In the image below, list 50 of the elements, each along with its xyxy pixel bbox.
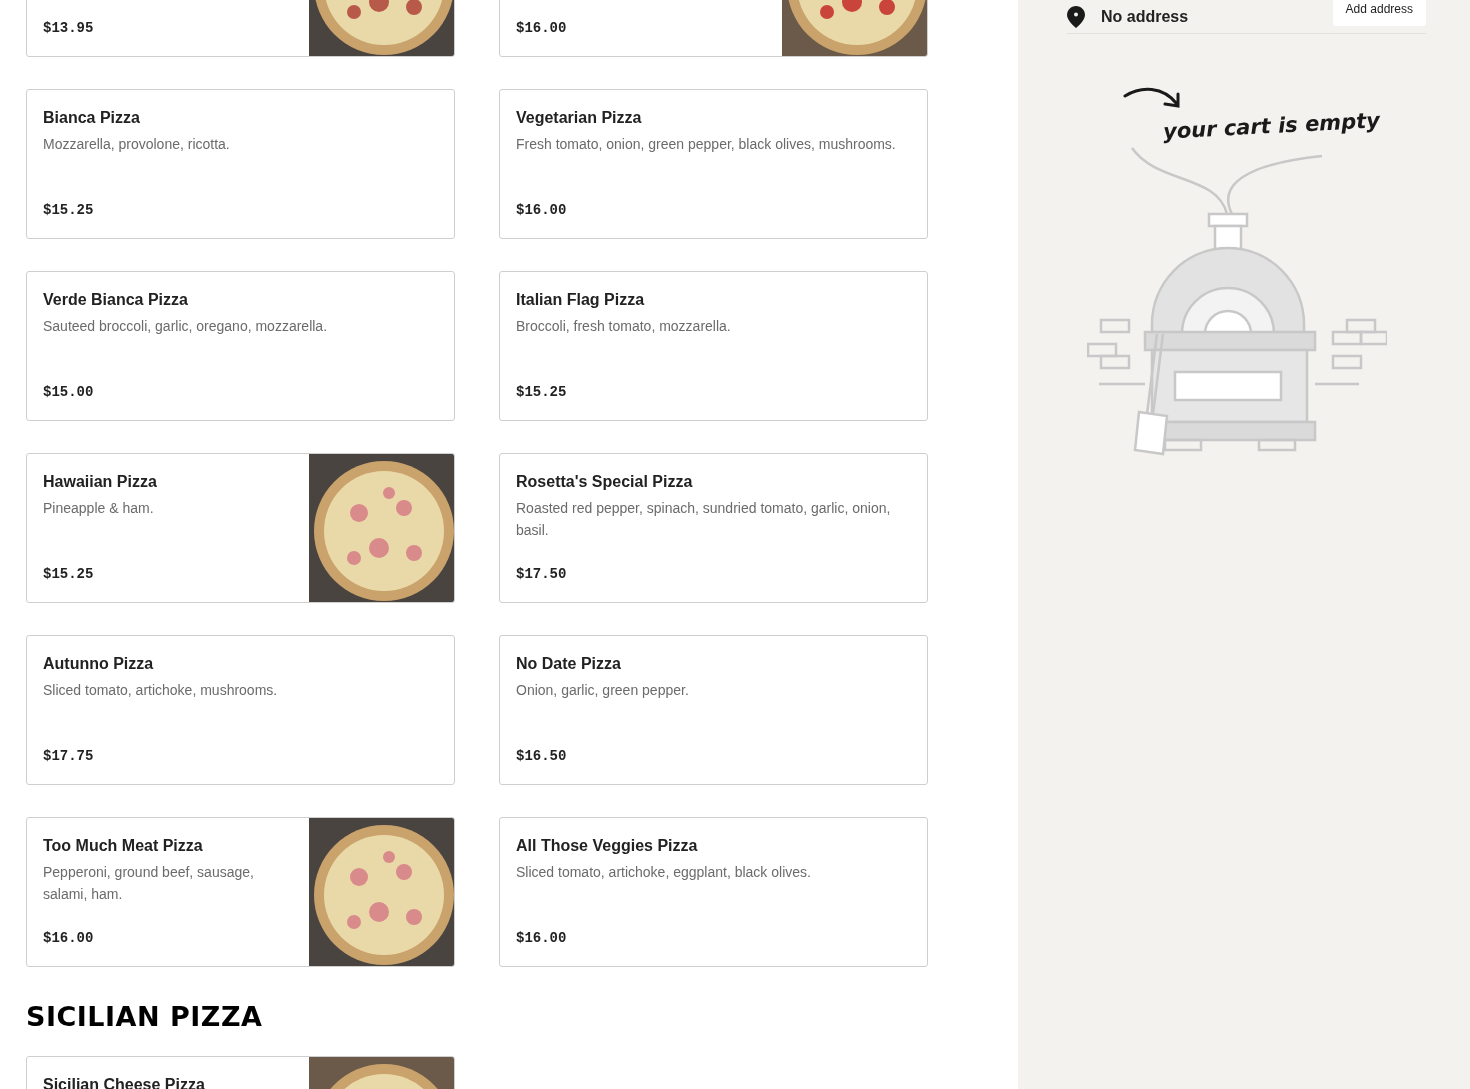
item-name: Verde Bianca Pizza [43,290,189,310]
item-description: Sauteed broccoli, garlic, oregano, mozzarella. [43,317,329,336]
section-heading: SICILIAN PIZZA [26,1001,264,1032]
item-price: $16.00 [516,202,568,218]
item-price: $16.50 [516,748,568,764]
item-name: No Date Pizza [516,654,622,674]
menu-item-card[interactable]: All Those Veggies Pizza Sliced tomato, artichoke, eggplant, black olives. $16.00 [499,817,928,967]
item-description: Pepperoni, ground beef, sausage, salami, ham. [43,863,255,904]
item-description: Pineapple & ham. [43,499,155,518]
item-price: $17.75 [43,748,95,764]
item-price: $15.25 [43,566,95,582]
item-description: Broccoli, fresh tomato, mozzarella. [516,317,732,336]
menu-item-card[interactable]: Verde Bianca Pizza Sauteed broccoli, garlic, oregano, mozzarella. $15.00 [26,271,455,421]
empty-cart-message: your cart is empty [1162,108,1381,144]
menu-item-card[interactable]: Bianca Pizza Mozzarella, provolone, ricotta. $15.25 [26,89,455,239]
menu-item-card[interactable]: Autunno Pizza Sliced tomato, artichoke, mushrooms. $17.75 [26,635,455,785]
add-address-button[interactable]: Add address [1332,0,1426,26]
item-name: Vegetarian Pizza [516,108,643,128]
menu-item-card[interactable]: $13.95 [26,0,455,57]
menu-item-card[interactable]: $16.00 [499,0,928,57]
item-name: Rosetta's Special Pizza [516,472,694,492]
item-price: $15.25 [43,202,95,218]
menu-item-card[interactable]: Too Much Meat Pizza Pepperoni, ground beef, sausage, salami, ham. $16.00 [26,817,455,967]
item-description: Roasted red pepper, spinach, sundried tomato, garlic, onion, basil. [516,499,892,540]
menu-item-card[interactable]: No Date Pizza Onion, garlic, green pepper. $16.50 [499,635,928,785]
item-description: Fresh tomato, onion, green pepper, black olives, mushrooms. [516,135,897,154]
item-price: $13.95 [43,20,95,36]
item-name: All Those Veggies Pizza [516,836,699,856]
curved-arrow-icon [1122,86,1181,110]
item-description: Sliced tomato, artichoke, eggplant, black olives. [516,863,812,882]
item-price: $15.00 [43,384,95,400]
address-label: No address [1101,7,1190,26]
item-description: Onion, garlic, green pepper. [516,681,690,700]
item-name: Autunno Pizza [43,654,155,674]
item-name: Italian Flag Pizza [516,290,646,310]
item-name: Hawaiian Pizza [43,472,158,492]
item-price: $16.00 [516,930,568,946]
item-name: Bianca Pizza [43,108,141,128]
item-name: Too Much Meat Pizza [43,836,204,856]
menu-item-card[interactable]: Rosetta's Special Pizza Roasted red pepper, spinach, sundried tomato, garlic, onion, basil. $17.50 [499,453,928,603]
item-price: $16.00 [516,20,568,36]
item-description: Mozzarella, provolone, ricotta. [43,135,231,154]
item-description: Sliced tomato, artichoke, mushrooms. [43,681,279,700]
item-price: $16.00 [43,930,95,946]
menu-item-card[interactable]: Vegetarian Pizza Fresh tomato, onion, green pepper, black olives, mushrooms. $16.00 [499,89,928,239]
item-price: $15.25 [516,384,568,400]
location-pin-icon [1067,5,1085,28]
menu-item-card[interactable]: Italian Flag Pizza Broccoli, fresh tomato, mozzarella. $15.25 [499,271,928,421]
menu-item-card[interactable]: Hawaiian Pizza Pineapple & ham. $15.25 [26,453,455,603]
item-price: $17.50 [516,566,568,582]
